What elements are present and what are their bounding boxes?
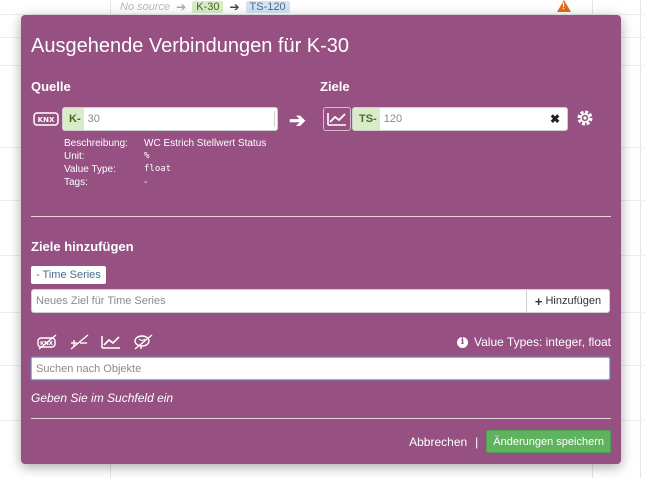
chart-line-icon [323, 107, 351, 131]
plus-icon: + [534, 293, 543, 309]
type-chip-time-series[interactable]: - Time Series [31, 266, 106, 284]
footer-divider [31, 418, 611, 419]
footer-separator: | [475, 434, 479, 449]
target-value: 120 [383, 113, 403, 125]
unit-label: Unit: [64, 151, 85, 162]
add-target-button[interactable]: + Hinzufügen [526, 289, 610, 313]
knx-icon: KNX [33, 110, 59, 128]
modal-footer: Abbrechen | Änderungen speichern [409, 430, 611, 453]
bg-target-tag[interactable]: TS-120 [245, 1, 290, 13]
bg-column-divider [640, 0, 641, 478]
arrow-right-icon: ➔ [176, 0, 187, 14]
unit-value: % [144, 151, 150, 161]
knx-filter-icon[interactable]: KNX [36, 333, 58, 351]
value-type-label: Value Type: [64, 164, 116, 175]
target-prefix: TS- [353, 108, 380, 130]
arrow-right-icon: ➔ [229, 0, 240, 14]
value-type-value: float [144, 164, 172, 174]
value-types-text: Value Types: integer, float [474, 335, 611, 349]
modal-title: Ausgehende Verbindungen für K-30 [31, 35, 350, 57]
connections-modal: Ausgehende Verbindungen für K-30 Quelle … [21, 15, 621, 464]
tags-value: - [144, 177, 148, 188]
save-changes-button[interactable]: Änderungen speichern [486, 430, 611, 453]
bg-source-tag[interactable]: K-30 [192, 1, 224, 13]
target-object-input[interactable]: TS- 120 ✖ [352, 107, 568, 131]
description-value: WC Estrich Stellwert Status [144, 138, 267, 149]
targets-section-label: Ziele [320, 79, 350, 94]
warning-icon [557, 0, 571, 12]
svg-text:KNX: KNX [38, 116, 55, 124]
tags-label: Tags: [64, 177, 88, 188]
new-target-group: + Hinzufügen [31, 289, 610, 313]
cancel-button[interactable]: Abbrechen [409, 435, 467, 449]
object-search-input[interactable] [31, 357, 610, 380]
add-targets-label: Ziele hinzufügen [31, 239, 134, 254]
info-icon: i [457, 336, 469, 348]
close-icon[interactable]: ✖ [550, 112, 567, 126]
value-types-info: i Value Types: integer, float [457, 335, 611, 349]
add-target-label: Hinzufügen [545, 295, 602, 307]
bg-no-source-label: No source [120, 1, 171, 13]
new-target-input[interactable] [31, 289, 526, 313]
bg-connection-row: No source ➔ K-30 ➔ TS-120 [120, 0, 290, 14]
source-section-label: Quelle [31, 79, 71, 94]
object-type-filters: KNX [36, 333, 154, 351]
source-object-input[interactable]: K- 30 [62, 107, 278, 131]
gear-icon[interactable] [574, 107, 596, 129]
source-value: 30 [87, 113, 100, 125]
source-details: Beschreibung: WC Estrich Stellwert Statu… [64, 138, 344, 188]
chart-filter-icon[interactable] [100, 333, 122, 351]
section-divider [31, 216, 611, 217]
brain-filter-icon[interactable] [132, 333, 154, 351]
description-label: Beschreibung: [64, 138, 128, 149]
math-filter-icon[interactable] [68, 333, 90, 351]
arrow-right-icon: ➔ [289, 110, 306, 132]
source-prefix: K- [63, 108, 84, 130]
search-hint: Geben Sie im Suchfeld ein [31, 391, 174, 405]
